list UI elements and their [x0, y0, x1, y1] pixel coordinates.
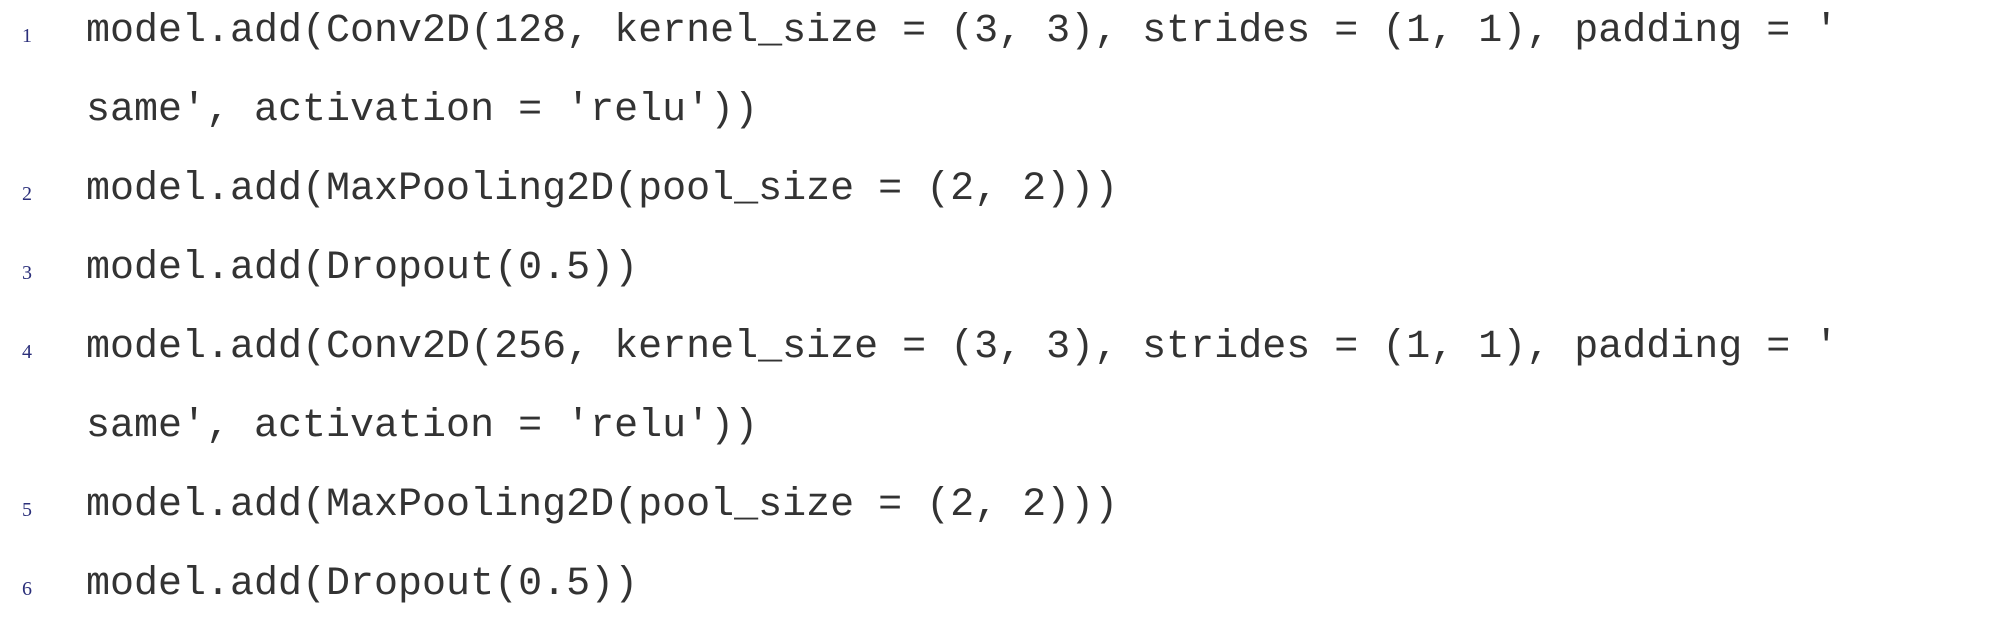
line-number: 5: [22, 499, 32, 521]
code-listing: 1 model.add(Conv2D(128, kernel_size = (3…: [0, 0, 2013, 635]
line-number: 2: [22, 183, 32, 205]
code-line-2: 2 model.add(MaxPooling2D(pool_size = (2,…: [0, 158, 2013, 237]
line-number: 6: [22, 578, 32, 600]
code-line-6: 6 model.add(Dropout(0.5)): [0, 553, 2013, 632]
code-line-3: 3 model.add(Dropout(0.5)): [0, 237, 2013, 316]
code-text: model.add(Dropout(0.5)): [86, 562, 639, 607]
code-text: model.add(Dropout(0.5)): [86, 246, 639, 291]
line-number: 4: [22, 341, 32, 363]
line-number: 1: [22, 25, 32, 47]
code-text: model.add(Conv2D(256, kernel_size = (3, …: [86, 325, 1839, 370]
code-line-1-continued: same', activation = 'relu')): [0, 79, 2013, 158]
code-text: model.add(Conv2D(128, kernel_size = (3, …: [86, 9, 1839, 54]
code-text: same', activation = 'relu')): [86, 88, 759, 133]
code-line-1: 1 model.add(Conv2D(128, kernel_size = (3…: [0, 0, 2013, 79]
code-text: same', activation = 'relu')): [86, 404, 759, 449]
code-text: model.add(MaxPooling2D(pool_size = (2, 2…: [86, 167, 1119, 212]
code-text: model.add(MaxPooling2D(pool_size = (2, 2…: [86, 483, 1119, 528]
code-line-5: 5 model.add(MaxPooling2D(pool_size = (2,…: [0, 474, 2013, 553]
line-number: 3: [22, 262, 32, 284]
code-line-4: 4 model.add(Conv2D(256, kernel_size = (3…: [0, 316, 2013, 395]
code-line-4-continued: same', activation = 'relu')): [0, 395, 2013, 474]
